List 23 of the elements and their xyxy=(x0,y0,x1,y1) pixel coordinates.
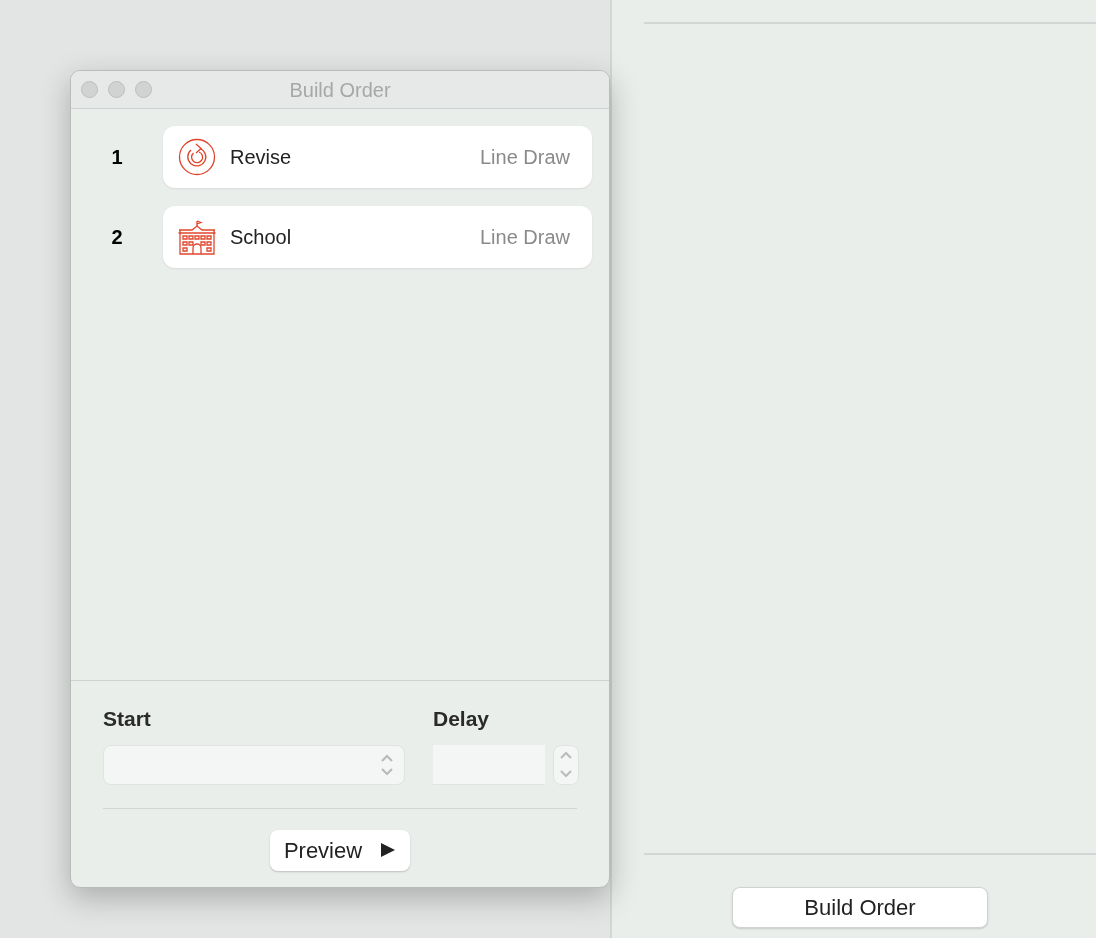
school-building-icon xyxy=(178,218,216,256)
start-label: Start xyxy=(103,706,152,732)
step-number: 2 xyxy=(110,225,124,250)
step-row[interactable]: School Line Draw xyxy=(163,206,592,268)
preview-button[interactable]: Preview xyxy=(269,829,411,871)
zoom-button[interactable] xyxy=(135,81,152,98)
start-dropdown[interactable] xyxy=(103,744,405,785)
up-down-chevron-icon xyxy=(380,752,394,777)
play-icon xyxy=(380,842,397,858)
up-chevron-icon xyxy=(559,751,573,759)
stepper[interactable] xyxy=(553,744,579,785)
minimize-button[interactable] xyxy=(108,81,125,98)
step-number: 1 xyxy=(110,145,124,170)
delay-label: Delay xyxy=(433,706,491,732)
step-name: School xyxy=(230,225,292,250)
close-button[interactable] xyxy=(81,81,98,98)
down-chevron-icon xyxy=(559,770,573,778)
build-order-button[interactable]: Build Order xyxy=(732,887,988,928)
window-title: Build Order xyxy=(289,77,391,103)
step-effect: Line Draw xyxy=(479,145,570,170)
step-effect: Line Draw xyxy=(479,225,570,250)
step-row[interactable]: Revise Line Draw xyxy=(163,126,592,188)
step-name: Revise xyxy=(230,145,292,170)
